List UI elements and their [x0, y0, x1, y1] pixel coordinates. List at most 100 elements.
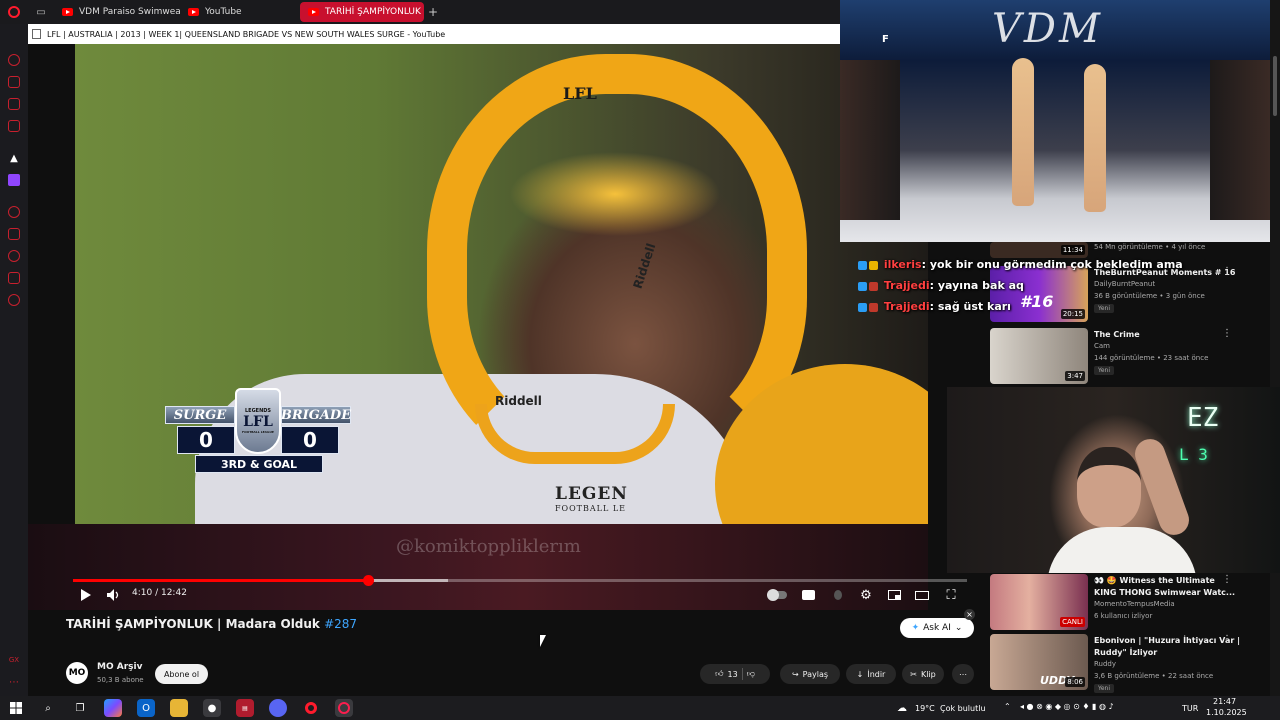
discord-icon[interactable]	[269, 699, 287, 717]
rec-channel[interactable]: MomentoTempusMedia	[1094, 600, 1175, 608]
download-button[interactable]: ↓ İndir	[846, 664, 896, 684]
input-language[interactable]: TUR	[1182, 704, 1198, 713]
rec-channel[interactable]: DailyBurntPeanut	[1094, 280, 1155, 288]
play-icon[interactable]	[78, 587, 94, 603]
rec-channel[interactable]: Ruddy	[1094, 660, 1116, 668]
history-icon[interactable]	[8, 250, 20, 262]
channel-name[interactable]: MO Arşiv	[97, 662, 142, 672]
tab-label: TARİHİ ŞAMPİYONLUK | M	[325, 7, 424, 17]
weather-temperature[interactable]: 19°C	[915, 704, 935, 713]
screen: ▭ VDM Paraiso Swimwear 2 YouTube TARİHİ …	[0, 0, 1280, 720]
more-vertical-icon[interactable]: ⋮	[1222, 328, 1232, 339]
video-title-text: TARİHİ ŞAMPİYONLUK | Madara Olduk	[66, 617, 320, 631]
rec-title[interactable]: Ebonivon | "Huzura İhtiyacı Var |	[1094, 636, 1240, 645]
rec-thumb-text: #16	[1020, 292, 1054, 311]
helmet-logo: LFL	[563, 84, 597, 103]
streamer-head	[1077, 447, 1141, 527]
ai-assistant-icon[interactable]	[8, 54, 20, 66]
clock-date[interactable]: 1.10.2025	[1206, 708, 1247, 717]
volume-icon[interactable]	[105, 587, 121, 603]
video-hashtag[interactable]: #287	[324, 617, 357, 631]
progress-bar[interactable]	[73, 575, 967, 586]
bag-icon[interactable]	[8, 76, 20, 88]
rec-new-badge: Yeni	[1094, 304, 1115, 313]
more-vertical-icon[interactable]: ⋮	[1222, 634, 1232, 645]
rec-title[interactable]: 👀 🤩 Witness the Ultimate	[1094, 576, 1215, 585]
more-icon[interactable]: ⋯	[8, 676, 20, 688]
rec-channel[interactable]: Cam	[1094, 342, 1110, 350]
ask-ai-button[interactable]: ✦ Ask AI ⌄	[900, 618, 974, 638]
file-explorer-icon[interactable]	[170, 699, 188, 717]
rec-thumbnail[interactable]: CANLI	[990, 574, 1088, 630]
tray-chevron-icon[interactable]: ⌃	[1004, 702, 1011, 711]
instagram-icon[interactable]	[8, 120, 20, 132]
video-watermark: @komiktoppliklerım	[396, 536, 581, 557]
rec-title[interactable]: The Crime	[1094, 330, 1140, 339]
close-icon[interactable]: ×	[964, 609, 975, 620]
fullscreen-icon[interactable]: ⛶	[943, 587, 959, 603]
tray-icons[interactable]: ◂ ● ⊗ ◉ ◆ ◎ ⊙ ♦ ▮ ◍ ♪	[1020, 702, 1114, 711]
messenger-icon[interactable]	[8, 98, 20, 110]
more-vertical-icon[interactable]: ⋮	[1222, 574, 1232, 585]
tab-islands-icon[interactable]: ▭	[28, 0, 54, 24]
more-vertical-icon[interactable]: ⋮	[1222, 266, 1232, 277]
rec-thumbnail[interactable]: #16 20:15	[990, 266, 1088, 322]
more-actions-button[interactable]: ⋯	[952, 664, 974, 684]
player-icon[interactable]	[8, 206, 20, 218]
subtitles-icon[interactable]	[800, 587, 816, 603]
new-tab-button[interactable]: +	[424, 2, 442, 22]
chat-badge-icon	[869, 302, 878, 312]
theater-mode-icon[interactable]	[914, 587, 930, 603]
settings-gear-icon[interactable]: ⚙	[858, 587, 874, 603]
tab-label: VDM Paraiso Swimwear 2	[79, 7, 180, 17]
time-current: 4:10	[132, 588, 153, 598]
chevron-down-icon: ⌄	[954, 623, 963, 633]
copilot-icon[interactable]	[104, 699, 122, 717]
pinned-app-icon[interactable]: ▲	[8, 152, 20, 164]
windows-start-icon[interactable]	[7, 699, 25, 717]
share-button[interactable]: ↪ Paylaş	[780, 664, 840, 684]
weather-condition[interactable]: Çok bulutlu	[940, 704, 986, 713]
thumbs-down-icon[interactable]: 👎︎	[747, 669, 755, 679]
subscribe-button[interactable]: Abone ol	[155, 664, 208, 684]
like-button[interactable]: 👍︎ 13	[715, 669, 738, 679]
rec-thumbnail[interactable]: UDDY 8:06	[990, 634, 1088, 690]
rec-title-line2[interactable]: Ruddy" İzliyor	[1094, 648, 1157, 657]
rec-title-line2[interactable]: KING THONG Swimwear Watc...	[1094, 588, 1235, 597]
twitch-icon[interactable]	[8, 174, 20, 186]
scrollbar-thumb[interactable]	[1273, 56, 1277, 116]
tab-vdm[interactable]: VDM Paraiso Swimwear 2	[54, 2, 180, 22]
tab-youtube[interactable]: YouTube	[180, 2, 300, 22]
downloads-icon[interactable]	[8, 272, 20, 284]
jersey-text: LEGEN	[555, 484, 628, 504]
opera-menu-icon[interactable]	[0, 0, 28, 24]
rec-meta: 6 kullanıcı izliyor	[1094, 612, 1153, 620]
channel-avatar[interactable]: MO	[66, 662, 88, 684]
pip-video[interactable]: VDM F	[840, 0, 1270, 242]
video-player[interactable]: LFL Riddell Riddell LEGEN FOOTBALL LE SU…	[75, 44, 928, 524]
rec-meta: 3,6 B görüntüleme • 22 saat önce	[1094, 672, 1214, 680]
pip-channel-badge: F	[882, 34, 889, 45]
outlook-icon[interactable]: O	[137, 699, 155, 717]
search-icon[interactable]: ⌕	[39, 699, 57, 717]
opera-gx-icon[interactable]	[335, 699, 353, 717]
settings-icon[interactable]	[8, 294, 20, 306]
download-label: İndir	[867, 669, 886, 679]
bookmarks-icon[interactable]	[8, 228, 20, 240]
clock-time[interactable]: 21:47	[1213, 697, 1236, 706]
scrubber-handle[interactable]	[363, 575, 375, 586]
autoplay-toggle[interactable]	[766, 588, 788, 602]
tab-current[interactable]: TARİHİ ŞAMPİYONLUK | M	[300, 2, 424, 22]
miniplayer-icon[interactable]	[886, 587, 902, 603]
clip-button[interactable]: ✂ Klip	[902, 664, 944, 684]
recorder-app-icon[interactable]: ▤	[236, 699, 254, 717]
page-scrollbar[interactable]	[1270, 0, 1280, 696]
gx-icon[interactable]: GX	[8, 654, 20, 666]
rec-thumbnail[interactable]: 3:47	[990, 328, 1088, 384]
ambient-icon[interactable]	[830, 587, 846, 603]
obs-icon[interactable]: ●	[203, 699, 221, 717]
opera-icon[interactable]	[302, 699, 320, 717]
task-view-icon[interactable]: ❐	[71, 699, 89, 717]
rec-thumbnail[interactable]: 11:34	[990, 242, 1088, 258]
youtube-favicon-icon	[188, 8, 199, 16]
